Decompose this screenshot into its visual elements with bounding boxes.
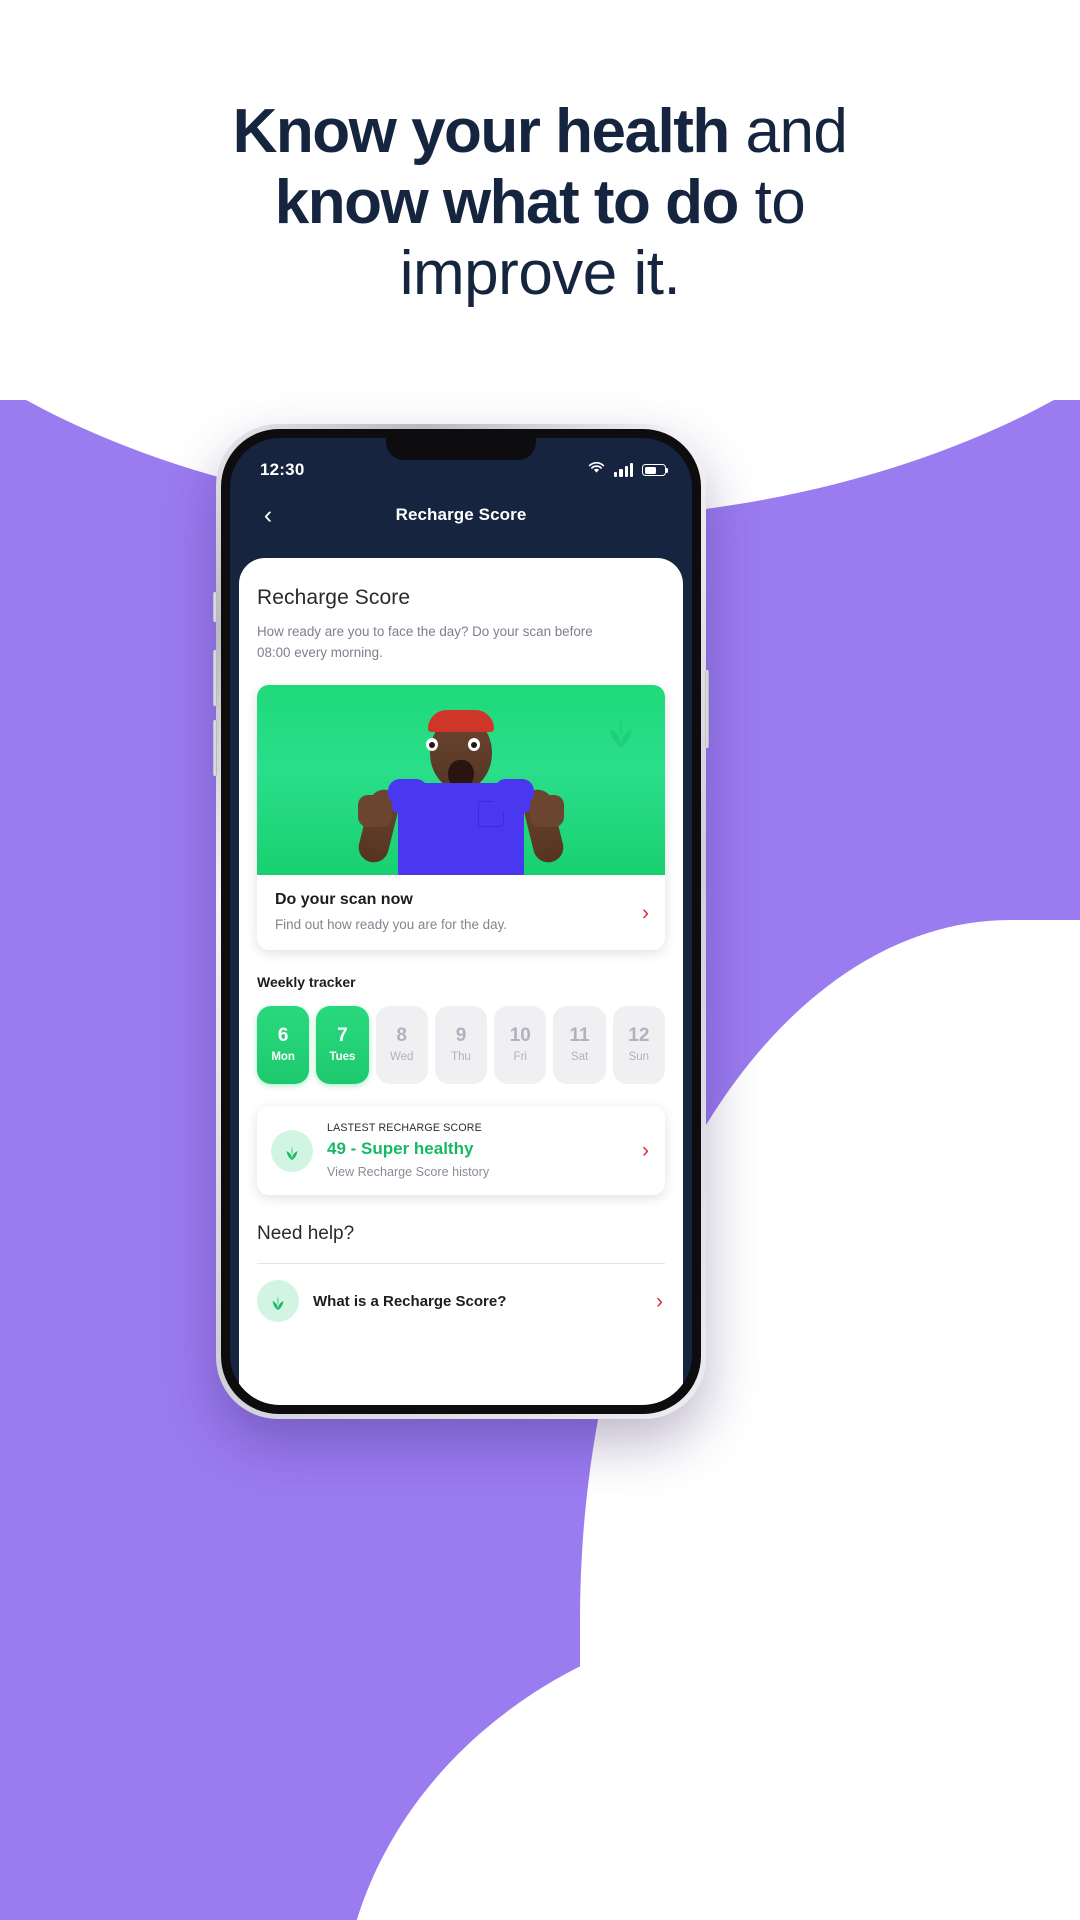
- chevron-right-icon[interactable]: ›: [642, 1140, 649, 1161]
- weekly-tracker-day-label: Tues: [329, 1051, 356, 1064]
- page-subtitle: How ready are you to face the day? Do yo…: [257, 624, 593, 660]
- chevron-right-icon[interactable]: ›: [642, 902, 649, 923]
- weekly-tracker-day[interactable]: 12 Sun: [612, 1006, 665, 1084]
- weekly-tracker-day-number: 10: [509, 1025, 531, 1047]
- headline-line-2-rest: to: [737, 168, 806, 237]
- weekly-tracker-day-number: 6: [277, 1025, 289, 1047]
- power-button[interactable]: [705, 670, 709, 748]
- weekly-tracker-day-label: Thu: [451, 1051, 471, 1064]
- headline-line-1: Know your health and: [0, 96, 1080, 167]
- phone-body: 12:30 ‹ Recharge Score Recharge Score Ho…: [221, 429, 701, 1414]
- weekly-tracker-day-number: 7: [337, 1025, 348, 1047]
- help-item-what-is-recharge-score[interactable]: What is a Recharge Score? ›: [257, 1264, 665, 1338]
- status-icons: [588, 461, 669, 479]
- wifi-icon: [588, 461, 605, 479]
- weekly-tracker-row: 6 Mon 7 Tues 8 Wed 9 Thu 10 Fri 11 Sat 12 Sun: [257, 1006, 665, 1084]
- weekly-tracker-day-number: 11: [569, 1025, 590, 1047]
- nav-title: Recharge Score: [395, 505, 527, 524]
- weekly-tracker-day[interactable]: 11 Sat: [553, 1006, 606, 1084]
- battery-icon: [642, 464, 669, 476]
- chevron-left-icon[interactable]: ‹: [252, 499, 284, 531]
- score-meta: LASTEST RECHARGE SCORE 49 - Super health…: [327, 1122, 628, 1179]
- app-nav-bar: ‹ Recharge Score: [230, 490, 692, 540]
- leaf-icon: [257, 1280, 299, 1322]
- weekly-tracker-day-number: 9: [455, 1025, 467, 1047]
- leaf-icon: [271, 1129, 313, 1172]
- headline-line-3: improve it.: [399, 239, 681, 308]
- hero-headline: Know your health and know what to do to …: [0, 96, 1080, 309]
- phone-notch: [386, 438, 536, 460]
- leaf-icon: [599, 707, 643, 756]
- weekly-tracker-day[interactable]: 10 Fri: [494, 1006, 547, 1084]
- person-illustration: [346, 710, 576, 875]
- headline-line-1-bold: Know your health: [232, 97, 731, 166]
- content-sheet: Recharge Score How ready are you to face…: [239, 558, 683, 1405]
- phone-screen: 12:30 ‹ Recharge Score Recharge Score Ho…: [230, 438, 692, 1405]
- phone-mockup: 12:30 ‹ Recharge Score Recharge Score Ho…: [213, 424, 709, 1419]
- headline-line-2-bold: know what to do: [274, 168, 740, 237]
- cellular-signal-icon: [614, 463, 633, 477]
- weekly-tracker-day-number: 8: [396, 1025, 407, 1047]
- weekly-tracker-day-label: Mon: [271, 1051, 295, 1064]
- headline-line-2: know what to do to: [0, 167, 1080, 238]
- score-value: 49 - Super healthy: [327, 1139, 474, 1158]
- promo-screenshot: Know your health and know what to do to …: [0, 0, 1080, 1920]
- weekly-tracker-day-label: Wed: [389, 1051, 414, 1064]
- score-kicker: LASTEST RECHARGE SCORE: [327, 1122, 482, 1134]
- weekly-tracker-day[interactable]: 8 Wed: [375, 1006, 428, 1084]
- scan-card-description: Find out how ready you are for the day.: [275, 917, 507, 932]
- weekly-tracker-day-number: 12: [628, 1025, 650, 1047]
- volume-up-button[interactable]: [213, 650, 217, 706]
- score-history-link[interactable]: View Recharge Score history: [327, 1165, 628, 1179]
- white-wedge-bottom: [340, 1610, 1080, 1920]
- weekly-tracker-day[interactable]: 7 Tues: [316, 1006, 369, 1084]
- volume-down-button[interactable]: [213, 720, 217, 776]
- chevron-right-icon[interactable]: ›: [656, 1291, 663, 1312]
- scan-hero-image: [257, 685, 665, 875]
- scan-card-body: Do your scan now Find out how ready you …: [257, 875, 665, 950]
- do-your-scan-card[interactable]: Do your scan now Find out how ready you …: [257, 685, 665, 950]
- weekly-tracker-day[interactable]: 6 Mon: [257, 1006, 310, 1084]
- weekly-tracker-day[interactable]: 9 Thu: [434, 1006, 488, 1084]
- page-title: Recharge Score: [257, 586, 411, 609]
- mute-switch[interactable]: [213, 592, 217, 622]
- headline-line-1-rest: and: [728, 97, 848, 166]
- need-help-heading: Need help?: [257, 1223, 355, 1244]
- weekly-tracker-day-label: Fri: [513, 1051, 527, 1064]
- help-item-label: What is a Recharge Score?: [313, 1292, 507, 1310]
- status-time: 12:30: [260, 460, 305, 479]
- weekly-tracker-day-label: Sun: [628, 1051, 650, 1064]
- latest-recharge-score-card[interactable]: LASTEST RECHARGE SCORE 49 - Super health…: [257, 1106, 665, 1195]
- weekly-tracker-heading: Weekly tracker: [257, 974, 356, 990]
- weekly-tracker-day-label: Sat: [570, 1051, 589, 1064]
- scan-card-title: Do your scan now: [275, 891, 413, 908]
